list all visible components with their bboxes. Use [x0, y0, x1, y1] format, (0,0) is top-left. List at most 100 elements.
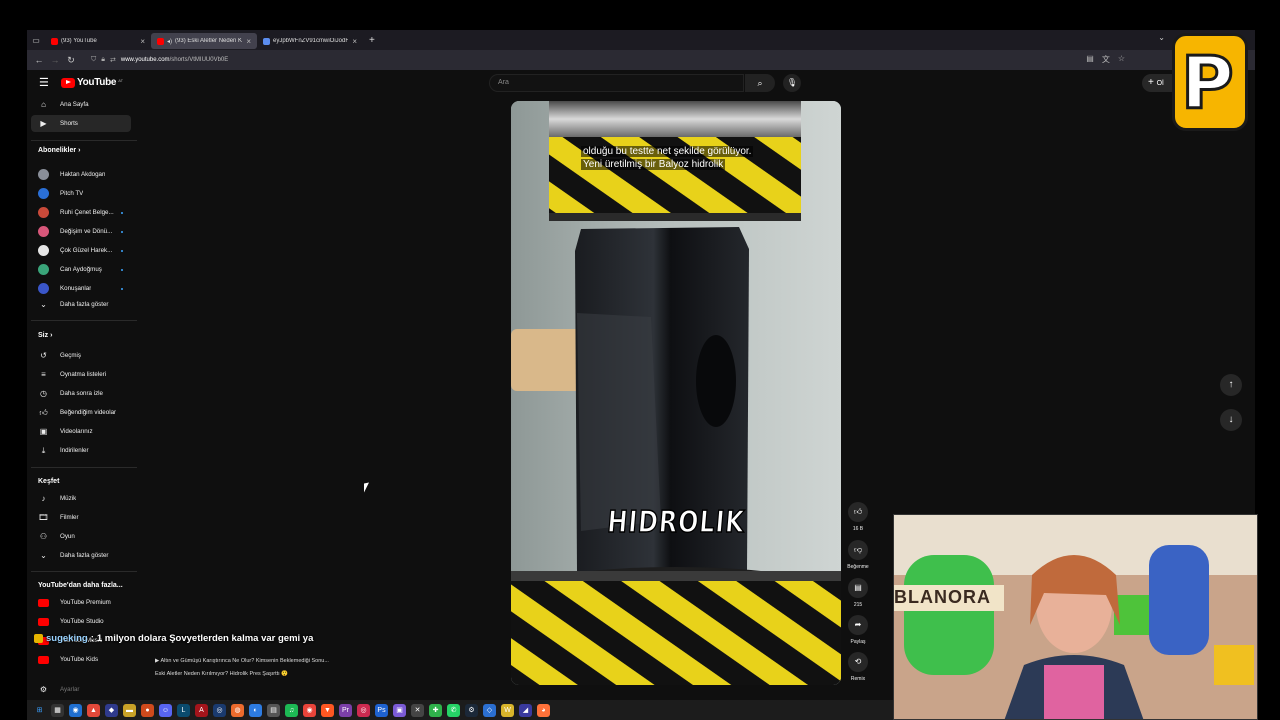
close-icon[interactable]: × — [352, 37, 357, 46]
whatsapp-icon[interactable]: ✆ — [447, 703, 460, 717]
sidebar-show-more[interactable]: ⌄ Daha fazla göster — [31, 296, 131, 313]
app-icon[interactable]: ◆ — [105, 703, 118, 717]
firefox-icon[interactable]: ◕ — [537, 703, 550, 717]
short-video-player[interactable]: olduğu bu testte net şekilde görülüyor. … — [511, 101, 841, 685]
film-icon: 🎞︎ — [38, 513, 49, 522]
reader-icon[interactable]: ▤ — [1086, 54, 1094, 65]
folder-icon[interactable]: ▬ — [123, 703, 136, 717]
sidebar-item-films[interactable]: 🎞︎ Filmler — [31, 509, 131, 526]
mouse-cursor — [364, 482, 369, 493]
up-next-item[interactable]: Eski Aletler Neden Kırılmıyor? Hidrolik … — [155, 668, 329, 681]
app-icon[interactable]: ◢ — [519, 703, 532, 717]
speaker-icon[interactable]: ◂) — [167, 38, 172, 45]
app-icon[interactable]: ● — [141, 703, 154, 717]
video-caption: olduğu bu testte net şekilde görülüyor. … — [581, 145, 781, 171]
sidebar-subscription-item[interactable]: Pitch TV — [31, 185, 131, 202]
sidebar-item-home[interactable]: ⌂ Ana Sayfa — [31, 96, 131, 113]
tab-image[interactable]: eyJpbWFnZV91cmwiOiJodHRwc × — [257, 33, 363, 49]
app-icon[interactable]: ◇ — [483, 703, 496, 717]
tab-menu-icon[interactable]: ▭ — [27, 36, 45, 45]
subscriptions-heading[interactable]: Abonelikler › — [38, 147, 80, 154]
search-input[interactable]: Ara — [489, 74, 744, 92]
app-icon[interactable]: L — [177, 703, 190, 717]
sidebar-item-label: Ana Sayfa — [60, 101, 89, 108]
menu-icon[interactable]: ☰ — [39, 76, 49, 89]
sidebar-item-your-videos[interactable]: ▣ Videolarınız — [31, 423, 131, 440]
reload-button[interactable]: ↻ — [63, 55, 79, 66]
forward-button[interactable]: → — [47, 55, 63, 65]
sidebar-subscription-item[interactable]: Ruhi Çenet Belge... — [31, 204, 131, 221]
search-button[interactable]: ⌕ — [745, 74, 775, 92]
tab-current-short[interactable]: ◂) (93) Eski Aletler Neden Kırıl × — [151, 33, 257, 49]
adobe-icon[interactable]: A — [195, 703, 208, 717]
comments-button[interactable]: ▤ 215 — [845, 578, 871, 608]
voice-search-button[interactable]: 🎙︎ — [783, 74, 801, 92]
like-button[interactable]: 👍︎ 16 B — [845, 502, 871, 532]
sidebar-item-settings[interactable]: ⚙ Ayarlar — [31, 681, 131, 698]
new-tab-button[interactable]: + — [369, 35, 375, 46]
start-icon[interactable]: ⊞ — [33, 703, 46, 717]
spotify-icon[interactable]: ♫ — [285, 703, 298, 717]
sidebar-item-liked[interactable]: 👍︎ Beğendiğim videolar — [31, 404, 131, 421]
premiere-icon[interactable]: Pr — [339, 703, 352, 717]
share-icon: ➦ — [848, 615, 868, 635]
sidebar-item-kids[interactable]: YouTube Kids — [31, 651, 131, 668]
app-icon[interactable]: ✚ — [429, 703, 442, 717]
app-icon[interactable]: W — [501, 703, 514, 717]
sidebar-item-downloads[interactable]: ⤓ İndirilenler — [31, 442, 131, 459]
app-icon[interactable]: ◎ — [213, 703, 226, 717]
sidebar-subscription-item[interactable]: Çok Güzel Harek... — [31, 242, 131, 259]
chevron-down-icon[interactable]: ⌄ — [1158, 33, 1165, 42]
translate-icon[interactable]: 文 — [1102, 54, 1110, 65]
shield-icon[interactable]: ⛉ — [91, 56, 96, 64]
discord-icon[interactable]: ☺ — [159, 703, 172, 717]
bookmark-star-icon[interactable]: ☆ — [1118, 54, 1125, 65]
back-button[interactable]: ← — [31, 55, 47, 65]
photoshop-icon[interactable]: Ps — [375, 703, 388, 717]
channel-avatar — [38, 264, 49, 275]
chat-message: sugeking : 1 milyon dolara Şovyetlerden … — [34, 633, 313, 644]
app-icon[interactable]: ▤ — [267, 703, 280, 717]
sidebar-item-history[interactable]: ↺ Geçmiş — [31, 347, 131, 364]
app-icon[interactable]: ✕ — [411, 703, 424, 717]
app-icon[interactable]: ◉ — [69, 703, 82, 717]
lock-icon[interactable]: 🔒︎ — [101, 56, 105, 64]
sidebar-item-label: Müzik — [60, 495, 77, 502]
sidebar-item-gaming[interactable]: ⚇ Oyun — [31, 528, 131, 545]
sidebar-item-music[interactable]: ♪ Müzik — [31, 490, 131, 507]
close-icon[interactable]: × — [140, 37, 145, 46]
sidebar-item-premium[interactable]: YouTube Premium — [31, 594, 131, 611]
dislike-button[interactable]: 👎︎ Beğenme — [845, 540, 871, 570]
sidebar-item-shorts[interactable]: ▶ Shorts — [31, 115, 131, 132]
remix-button[interactable]: ⟲ Remix — [845, 652, 871, 682]
brave-icon[interactable]: ▼ — [321, 703, 334, 717]
sidebar-item-label: Pitch TV — [60, 190, 84, 197]
sidebar-subscription-item[interactable]: Değişim ve Dönü... — [31, 223, 131, 240]
up-next-item[interactable]: ▶ Altın ve Gümüşü Karıştırınca Ne Olur? … — [155, 655, 329, 668]
app-icon[interactable]: ◍ — [231, 703, 244, 717]
tab-youtube[interactable]: (93) YouTube × — [45, 33, 151, 49]
steam-icon[interactable]: ⚙ — [465, 703, 478, 717]
app-icon[interactable]: ▲ — [87, 703, 100, 717]
share-button[interactable]: ➦ Paylaş — [845, 615, 871, 645]
sidebar-subscription-item[interactable]: Konuşanlar — [31, 280, 131, 297]
task-view-icon[interactable]: ▦ — [51, 703, 64, 717]
address-bar[interactable]: ⛉ 🔒︎ ⇄ www.youtube.com/shorts/VtMIUU0Vb0… — [91, 53, 1091, 67]
next-short-button[interactable]: ↓ — [1220, 409, 1242, 431]
app-icon[interactable]: ▣ — [393, 703, 406, 717]
sidebar-item-playlists[interactable]: ≡ Oynatma listeleri — [31, 366, 131, 383]
sidebar-subscription-item[interactable]: Can Aydoğmuş — [31, 261, 131, 278]
toolbar-icons: ▤ 文 ☆ — [1086, 54, 1125, 65]
sidebar-item-watch-later[interactable]: ◷ Daha sonra izle — [31, 385, 131, 402]
previous-short-button[interactable]: ↑ — [1220, 374, 1242, 396]
youtube-logo[interactable]: YouTube AT — [61, 77, 123, 88]
sidebar-show-more-explore[interactable]: ⌄ Daha fazla göster — [31, 547, 131, 564]
sidebar-item-studio[interactable]: YouTube Studio — [31, 613, 131, 630]
app-icon[interactable]: ◐ — [249, 703, 262, 717]
sidebar-subscription-item[interactable]: Haktan Akdogan — [31, 166, 131, 183]
chrome-icon[interactable]: ◉ — [303, 703, 316, 717]
close-icon[interactable]: × — [246, 37, 251, 46]
you-heading[interactable]: Siz › — [38, 332, 52, 339]
permissions-icon[interactable]: ⇄ — [110, 56, 116, 64]
app-icon[interactable]: ◎ — [357, 703, 370, 717]
